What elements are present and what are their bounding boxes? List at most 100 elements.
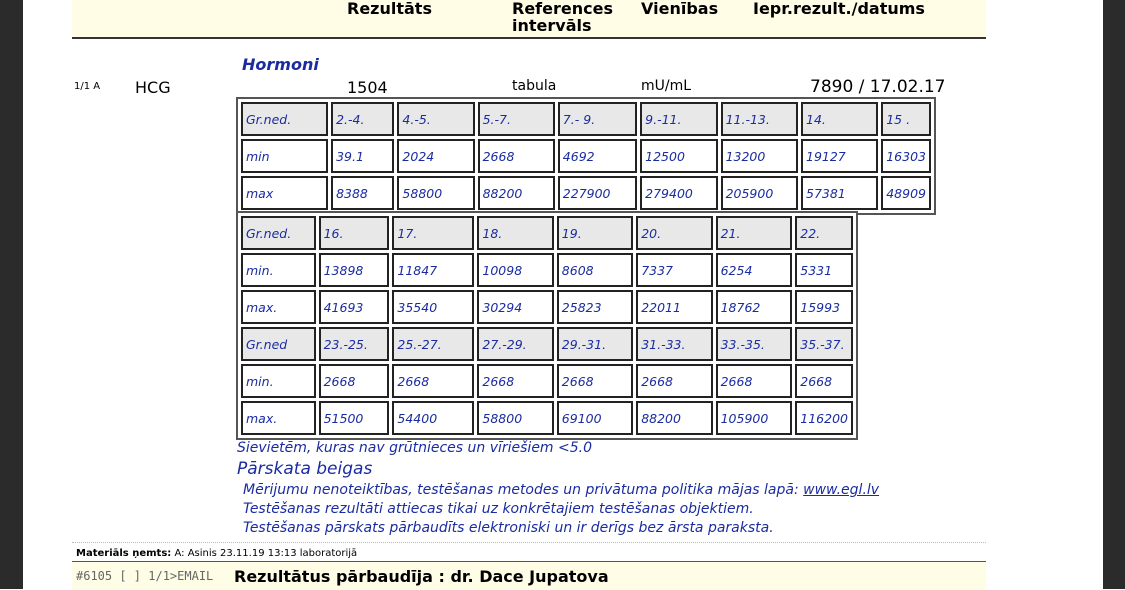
table-cell: 48909 xyxy=(881,176,931,210)
table-row: Gr.ned. 16. 17. 18. 19. 20. 21. 22. xyxy=(241,216,853,250)
table-cell: 22. xyxy=(795,216,853,250)
table-cell: 41693 xyxy=(318,290,390,324)
table-cell: 2024 xyxy=(397,139,475,173)
table-cell: 13898 xyxy=(318,253,390,287)
table-cell: 51500 xyxy=(318,401,390,435)
header-units: Vienības xyxy=(641,0,719,18)
report-end-title: Pārskata beigas xyxy=(237,459,373,479)
table-cell: 88200 xyxy=(636,401,713,435)
table-cell: 7337 xyxy=(636,253,713,287)
table-cell: 16. xyxy=(318,216,390,250)
disclaimer-line-1: Mērijumu nenoteiktības, testēšanas metod… xyxy=(243,482,879,498)
table-cell: 8388 xyxy=(331,176,395,210)
table-cell: 29.-31. xyxy=(556,327,634,361)
disclaimer-line-2: Testēšanas rezultāti attiecas tikai uz k… xyxy=(243,501,754,517)
table-cell: 15 . xyxy=(881,102,931,136)
table-cell: 2668 xyxy=(556,364,634,398)
table-cell: Gr.ned xyxy=(241,327,316,361)
table-cell: 279400 xyxy=(640,176,718,210)
table-cell: 13200 xyxy=(720,139,798,173)
table-row: Gr.ned 23.-25. 25.-27. 27.-29. 29.-31. 3… xyxy=(241,327,853,361)
left-dark-edge xyxy=(0,0,23,589)
divider xyxy=(72,542,986,543)
test-index: 1/1 A xyxy=(74,81,101,92)
section-title: Hormoni xyxy=(242,55,319,74)
table-cell: 18. xyxy=(477,216,554,250)
table-cell: 54400 xyxy=(392,401,475,435)
table-cell: 35540 xyxy=(392,290,475,324)
table-cell: 35.-37. xyxy=(795,327,853,361)
table-cell: 30294 xyxy=(477,290,554,324)
material-value: A: Asinis 23.11.19 13:13 laboratorijā xyxy=(171,548,358,559)
table-cell: 14. xyxy=(801,102,879,136)
table-cell: 2668 xyxy=(318,364,390,398)
header-previous: Iepr.rezult./datums xyxy=(753,0,925,18)
table-cell: 33.-35. xyxy=(715,327,793,361)
table-cell: min. xyxy=(241,253,316,287)
website-link[interactable]: www.egl.lv xyxy=(803,482,879,498)
table-cell: 8608 xyxy=(556,253,634,287)
table-cell: 2668 xyxy=(636,364,713,398)
table-cell: 25823 xyxy=(556,290,634,324)
reference-table-1: Gr.ned. 2.-4. 4.-5. 5.-7. 7.- 9. 9.-11. … xyxy=(236,97,936,215)
table-cell: 10098 xyxy=(477,253,554,287)
table-cell: 5.-7. xyxy=(477,102,555,136)
table-cell: 116200 xyxy=(795,401,853,435)
table-row: min. 13898 11847 10098 8608 7337 6254 53… xyxy=(241,253,853,287)
table-row: Gr.ned. 2.-4. 4.-5. 5.-7. 7.- 9. 9.-11. … xyxy=(241,102,931,136)
table-cell: 12500 xyxy=(640,139,718,173)
material-info: Materiāls ņemts: A: Asinis 23.11.19 13:1… xyxy=(76,548,357,559)
table-cell: 18762 xyxy=(715,290,793,324)
right-scrollbar[interactable] xyxy=(1103,0,1125,589)
table-cell: min xyxy=(241,139,329,173)
table-cell: 23.-25. xyxy=(318,327,390,361)
table-cell: max xyxy=(241,176,329,210)
table-cell: 7.- 9. xyxy=(557,102,638,136)
reference-table-2: Gr.ned. 16. 17. 18. 19. 20. 21. 22. min.… xyxy=(236,211,858,440)
table-cell: 11.-13. xyxy=(720,102,798,136)
footer-code: #6105 [ ] 1/1>EMAIL xyxy=(76,569,214,583)
table-cell: max. xyxy=(241,401,316,435)
reference-note: Sievietēm, kuras nav grūtnieces un vīrie… xyxy=(237,440,593,456)
table-cell: 27.-29. xyxy=(477,327,554,361)
table-cell: 4.-5. xyxy=(397,102,475,136)
test-units: mU/mL xyxy=(641,78,692,94)
disclaimer-text: Mērijumu nenoteiktības, testēšanas metod… xyxy=(243,482,804,498)
test-previous: 7890 / 17.02.17 xyxy=(810,77,946,97)
table-cell: 58800 xyxy=(477,401,554,435)
table-cell: 4692 xyxy=(557,139,638,173)
table-cell: 205900 xyxy=(720,176,798,210)
table-cell: 15993 xyxy=(795,290,853,324)
verified-by: Rezultātus pārbaudīja : dr. Dace Jupatov… xyxy=(234,567,609,586)
table-cell: 88200 xyxy=(477,176,555,210)
material-label: Materiāls ņemts: xyxy=(76,548,172,559)
disclaimer-line-3: Testēšanas pārskats pārbaudīts elektroni… xyxy=(243,520,774,536)
table-cell: max. xyxy=(241,290,316,324)
table-cell: min. xyxy=(241,364,316,398)
footer-bar: #6105 [ ] 1/1>EMAIL Rezultātus pārbaudīj… xyxy=(72,561,986,590)
table-cell: 19. xyxy=(556,216,634,250)
table-cell: Gr.ned. xyxy=(241,216,316,250)
table-cell: 2668 xyxy=(795,364,853,398)
table-cell: 22011 xyxy=(636,290,713,324)
table-row: min. 2668 2668 2668 2668 2668 2668 2668 xyxy=(241,364,853,398)
table-cell: 2.-4. xyxy=(331,102,395,136)
table-cell: 57381 xyxy=(801,176,879,210)
test-name: HCG xyxy=(135,78,171,97)
table-cell: 20. xyxy=(636,216,713,250)
test-reference: tabula xyxy=(512,78,557,94)
table-cell: 227900 xyxy=(557,176,638,210)
table-row: max. 41693 35540 30294 25823 22011 18762… xyxy=(241,290,853,324)
table-cell: 39.1 xyxy=(331,139,395,173)
test-result: 1504 xyxy=(347,78,388,97)
table-row: max. 51500 54400 58800 69100 88200 10590… xyxy=(241,401,853,435)
table-cell: 11847 xyxy=(392,253,475,287)
table-cell: 6254 xyxy=(715,253,793,287)
table-row: max 8388 58800 88200 227900 279400 20590… xyxy=(241,176,931,210)
table-cell: 25.-27. xyxy=(392,327,475,361)
table-cell: 5331 xyxy=(795,253,853,287)
table-cell: 105900 xyxy=(715,401,793,435)
header-result: Rezultāts xyxy=(347,0,432,18)
table-cell: 69100 xyxy=(556,401,634,435)
table-cell: 2668 xyxy=(477,139,555,173)
